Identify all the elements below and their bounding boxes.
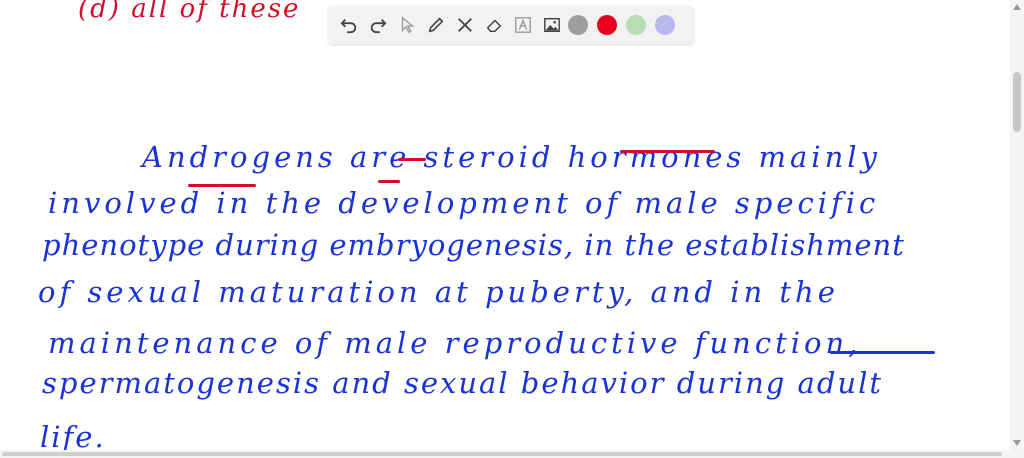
underline-in	[188, 184, 256, 187]
text-icon[interactable]	[510, 12, 536, 38]
underline-hormones	[620, 150, 715, 153]
top-note: (d) all of these	[78, 0, 301, 24]
color-swatch-green[interactable]	[626, 15, 646, 35]
color-swatch-gray[interactable]	[568, 15, 588, 35]
paragraph-line-1: Androgens are steroid hormones mainly	[142, 140, 881, 174]
eraser-icon[interactable]	[481, 12, 507, 38]
paragraph-line-2: involved in the development of male spec…	[48, 186, 880, 220]
paragraph-line-3: phenotype during embryogenesis, in the e…	[42, 228, 905, 262]
vertical-scrollbar[interactable]	[1010, 0, 1024, 458]
whiteboard-canvas[interactable]: (d) all of these Androgens are steroid h…	[0, 0, 1010, 458]
select-icon[interactable]	[394, 12, 420, 38]
redo-icon[interactable]	[365, 12, 391, 38]
paragraph-line-5: maintenance of male reproductive functio…	[48, 326, 862, 360]
scroll-down-icon[interactable]	[1013, 440, 1021, 446]
color-swatch-purple[interactable]	[655, 15, 675, 35]
underline-adult	[830, 351, 935, 354]
underline-steroid	[398, 158, 426, 161]
paragraph-line-6: spermatogenesis and sexual behavior duri…	[42, 366, 883, 400]
color-swatch-red[interactable]	[597, 15, 617, 35]
pen-icon[interactable]	[423, 12, 449, 38]
undo-icon[interactable]	[336, 12, 362, 38]
horizontal-scrollbar[interactable]	[0, 450, 1010, 458]
paragraph-line-4: of sexual maturation at puberty, and in …	[38, 275, 839, 309]
horizontal-scroll-thumb[interactable]	[2, 452, 1002, 456]
underline-development	[378, 180, 400, 183]
scroll-up-icon[interactable]	[1013, 4, 1021, 10]
vertical-scroll-thumb[interactable]	[1013, 72, 1021, 132]
image-icon[interactable]	[539, 12, 565, 38]
tools-icon[interactable]	[452, 12, 478, 38]
drawing-toolbar	[328, 6, 694, 44]
paragraph-line-7: life.	[40, 420, 106, 454]
